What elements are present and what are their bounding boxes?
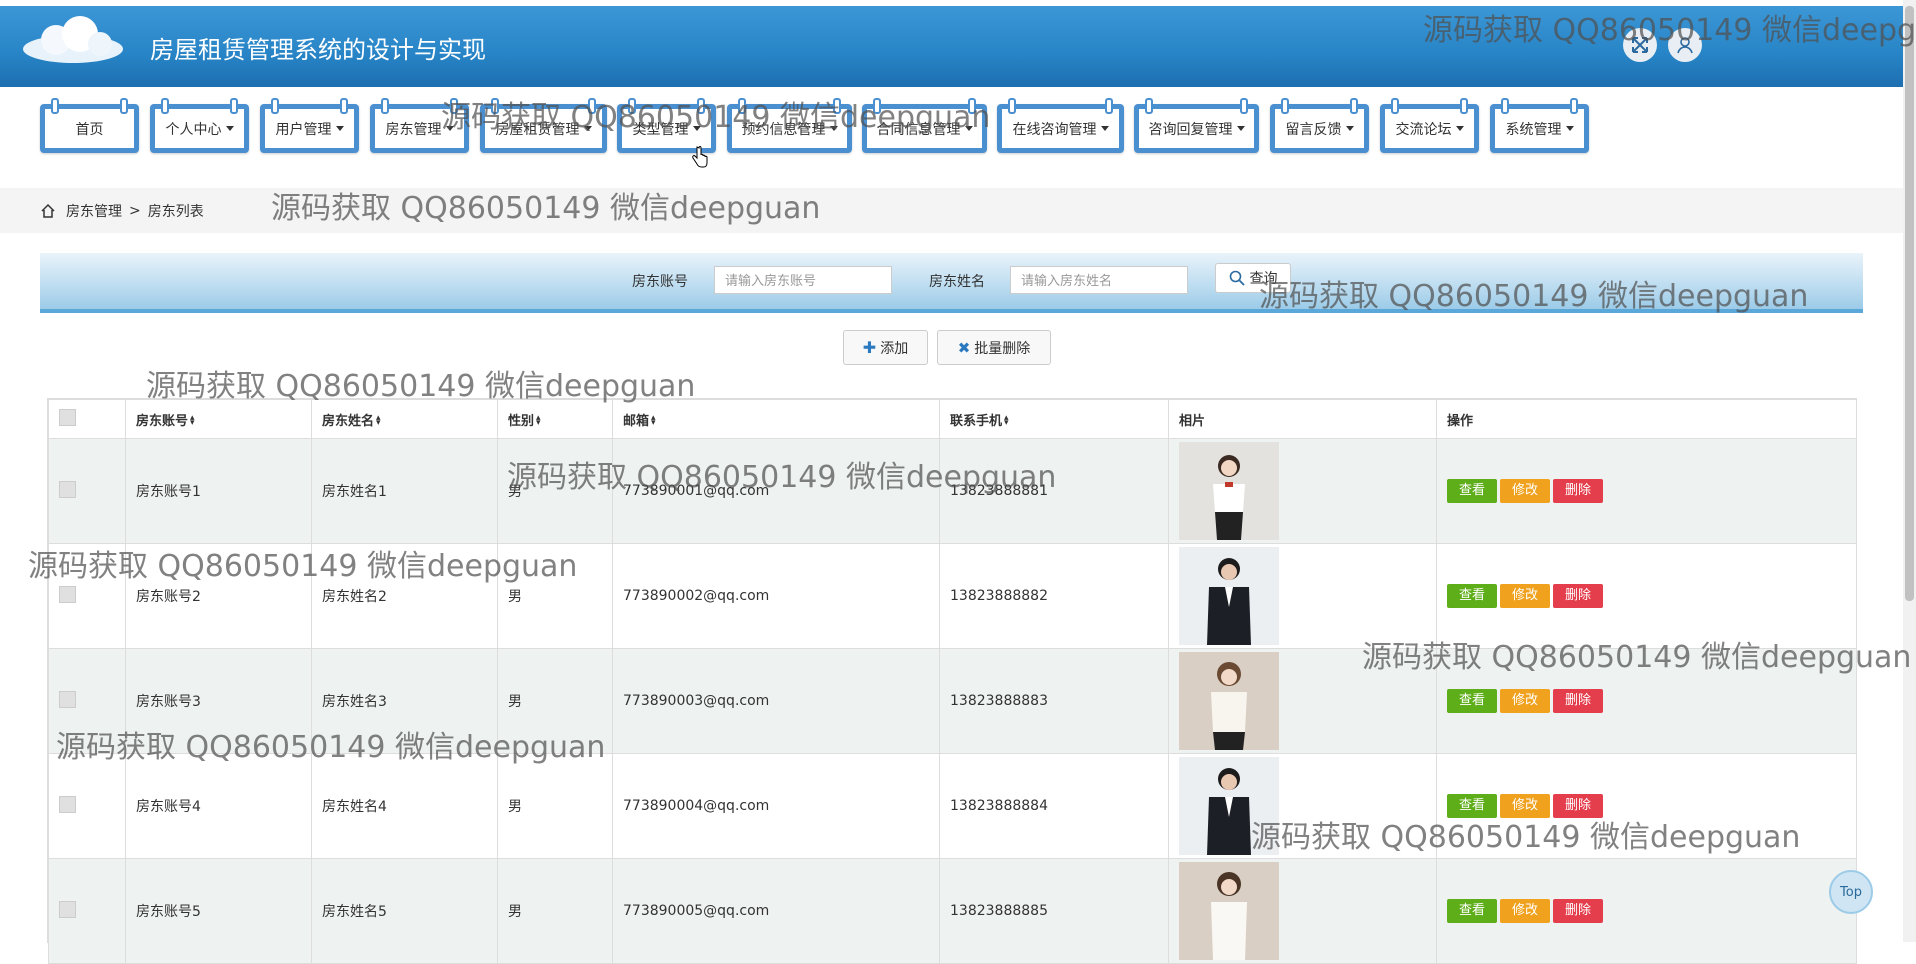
- column-header-name[interactable]: 房东姓名 ▴ ▾: [311, 399, 498, 439]
- landlord-photo: [1179, 547, 1279, 645]
- sort-icon[interactable]: ▴ ▾: [651, 414, 657, 428]
- edit-button[interactable]: 修改: [1500, 899, 1550, 923]
- breadcrumb-separator: >: [129, 202, 141, 219]
- cell-email: 773890002@qq.com: [612, 543, 940, 649]
- cell-name: 房东姓名5: [311, 858, 498, 964]
- sort-icon[interactable]: ▴ ▾: [376, 414, 382, 428]
- edit-button[interactable]: 修改: [1500, 689, 1550, 713]
- table-row: 房东账号5 房东姓名5 男 773890005@qq.com 138238888…: [48, 858, 1857, 964]
- cell-phone: 13823888883: [939, 648, 1169, 754]
- column-header-actions: 操作: [1436, 399, 1857, 439]
- nav-forum[interactable]: 交流论坛: [1380, 98, 1479, 153]
- nav-feedback[interactable]: 留言反馈: [1270, 98, 1369, 153]
- landlord-photo: [1179, 442, 1279, 540]
- chevron-down-icon: [1100, 126, 1109, 131]
- watermark-text: 源码获取 QQ86050149 微信deepguan: [1251, 820, 1801, 855]
- row-checkbox[interactable]: [59, 795, 76, 813]
- nav-system-management[interactable]: 系统管理: [1490, 98, 1589, 153]
- view-button[interactable]: 查看: [1447, 479, 1497, 503]
- breadcrumb-current: 房东列表: [147, 203, 204, 220]
- row-checkbox[interactable]: [59, 900, 76, 918]
- row-checkbox[interactable]: [59, 585, 76, 603]
- watermark-text: 源码获取 QQ86050149 微信deepguan: [441, 100, 991, 135]
- breadcrumb-parent[interactable]: 房东管理: [66, 201, 122, 221]
- column-header-account[interactable]: 房东账号 ▴ ▾: [125, 399, 312, 439]
- edit-button[interactable]: 修改: [1500, 584, 1550, 608]
- chevron-down-icon: [1236, 126, 1245, 131]
- account-label: 房东账号: [632, 274, 688, 290]
- watermark-text: 源码获取 QQ86050149 微信deepguan: [1259, 279, 1809, 314]
- cell-email: 773890005@qq.com: [612, 858, 940, 964]
- chevron-down-icon: [1345, 126, 1354, 131]
- row-checkbox[interactable]: [59, 480, 76, 498]
- view-button[interactable]: 查看: [1447, 689, 1497, 713]
- cell-gender: 男: [497, 858, 613, 964]
- name-search-input[interactable]: [1010, 266, 1188, 294]
- row-checkbox[interactable]: [59, 690, 76, 708]
- view-button[interactable]: 查看: [1447, 584, 1497, 608]
- cloud-logo-icon: [23, 16, 123, 63]
- edit-button[interactable]: 修改: [1500, 479, 1550, 503]
- view-button[interactable]: 查看: [1447, 899, 1497, 923]
- select-all-checkbox[interactable]: [59, 408, 76, 426]
- column-header-gender[interactable]: 性别 ▴ ▾: [497, 399, 613, 439]
- watermark-text: 源码获取 QQ86050149 微信deepguan: [507, 460, 1057, 495]
- back-to-top-button[interactable]: Top: [1829, 870, 1873, 914]
- nav-consult-management[interactable]: 在线咨询管理: [997, 98, 1124, 153]
- nav-reply-management[interactable]: 咨询回复管理: [1134, 98, 1259, 153]
- nav-home[interactable]: 首页: [40, 98, 139, 153]
- home-icon[interactable]: [40, 203, 56, 219]
- watermark-text: 源码获取 QQ86050149 微信deepguan: [1362, 640, 1912, 675]
- watermark-text: 源码获取 QQ86050149 微信deepguan: [56, 730, 606, 765]
- cell-email: 773890004@qq.com: [612, 753, 940, 859]
- cell-phone: 13823888884: [939, 753, 1169, 859]
- column-header-photo: 相片: [1168, 399, 1437, 439]
- cell-name: 房东姓名4: [311, 753, 498, 859]
- column-header-email[interactable]: 邮箱 ▴ ▾: [612, 399, 940, 439]
- landlord-photo: [1179, 652, 1279, 750]
- cell-gender: 男: [497, 753, 613, 859]
- cell-account: 房东账号4: [125, 753, 312, 859]
- watermark-text: 源码获取 QQ86050149 微信deepguan: [28, 549, 578, 584]
- cell-account: 房东账号1: [125, 438, 312, 544]
- delete-button[interactable]: 删除: [1553, 479, 1603, 503]
- sort-icon[interactable]: ▴ ▾: [190, 414, 196, 428]
- cell-phone: 13823888885: [939, 858, 1169, 964]
- cell-phone: 13823888882: [939, 543, 1169, 649]
- app-title: 房屋租赁管理系统的设计与实现: [150, 36, 486, 64]
- nav-personal-center[interactable]: 个人中心: [150, 98, 249, 153]
- batch-delete-button[interactable]: ✖ 批量删除: [937, 330, 1051, 365]
- hand-cursor-icon: [692, 146, 708, 168]
- delete-button[interactable]: 删除: [1553, 689, 1603, 713]
- plus-icon: ✚: [862, 338, 877, 357]
- cell-account: 房东账号5: [125, 858, 312, 964]
- chevron-down-icon: [1455, 126, 1464, 131]
- chevron-down-icon: [225, 126, 234, 131]
- close-icon: ✖: [957, 338, 971, 357]
- cell-email: 773890003@qq.com: [612, 648, 940, 754]
- sort-icon[interactable]: ▴ ▾: [536, 414, 542, 428]
- delete-button[interactable]: 删除: [1553, 584, 1603, 608]
- add-button[interactable]: ✚ 添加: [843, 330, 928, 365]
- chevron-down-icon: [335, 126, 344, 131]
- table-header-row: 房东账号 ▴ ▾ 房东姓名 ▴ ▾ 性别 ▴ ▾ 邮箱 ▴ ▾ 联系手机 ▴ ▾ 相片 操作: [48, 399, 1857, 439]
- cell-name: 房东姓名1: [311, 438, 498, 544]
- search-icon: [1229, 270, 1245, 286]
- chevron-down-icon: [1565, 126, 1574, 131]
- sort-icon[interactable]: ▴ ▾: [1004, 414, 1010, 428]
- watermark-text: 源码获取 QQ86050149 微信deepguan: [271, 191, 821, 226]
- page-scrollbar[interactable]: [1903, 0, 1916, 942]
- delete-button[interactable]: 删除: [1553, 899, 1603, 923]
- scrollbar-thumb[interactable]: [1905, 6, 1914, 601]
- name-label: 房东姓名: [929, 274, 985, 290]
- landlord-photo: [1179, 862, 1279, 960]
- watermark-text: 源码获取 QQ86050149 微信deepguan: [1423, 13, 1916, 48]
- watermark-text: 源码获取 QQ86050149 微信deepguan: [146, 369, 696, 404]
- nav-user-management[interactable]: 用户管理: [260, 98, 359, 153]
- account-search-input[interactable]: [714, 266, 892, 294]
- column-header-phone[interactable]: 联系手机 ▴ ▾: [939, 399, 1169, 439]
